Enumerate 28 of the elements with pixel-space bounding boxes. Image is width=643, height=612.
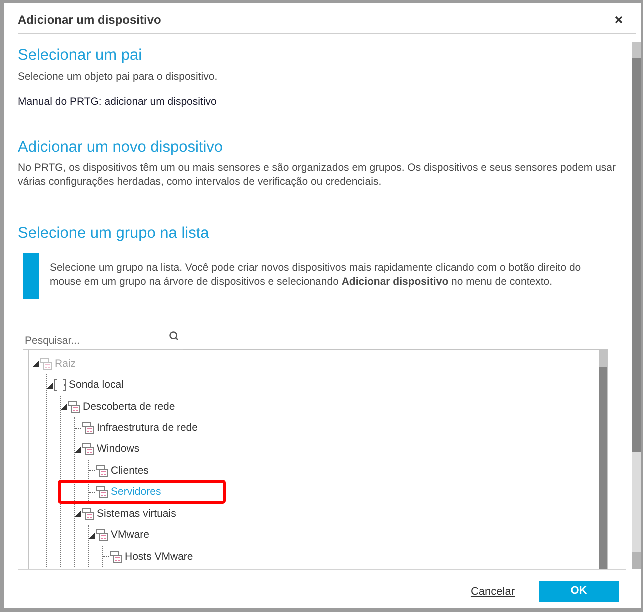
scrollbar[interactable] <box>632 42 641 569</box>
search-icon <box>169 331 179 341</box>
group-icon <box>96 464 108 477</box>
info-accent-bar <box>23 253 39 299</box>
group-icon <box>110 550 122 563</box>
search-field[interactable]: Pesquisar... <box>23 334 183 350</box>
close-button[interactable] <box>615 16 623 24</box>
group-icon <box>96 486 108 498</box>
close-icon <box>615 16 623 24</box>
section-description: No PRTG, os dispositivos têm um ou mais sensores e são organizados em grupos. Os dispositivos e seus sensores podem usar várias configurações herdadas, como intervalos de verificação ou credenciais. <box>18 162 617 189</box>
group-icon <box>40 358 52 370</box>
section-heading: Selecionar um pai <box>18 46 144 66</box>
group-icon <box>68 400 80 413</box>
scrollbar-thumb[interactable] <box>599 350 607 367</box>
scrollbar-thumb[interactable] <box>632 58 641 452</box>
group-icon <box>82 508 94 520</box>
cancel-link[interactable]: Cancelar <box>470 585 515 599</box>
group-icon <box>82 443 94 456</box>
section-description: Selecione um objeto pai para o dispositivo. <box>18 70 219 84</box>
dialog-title: Adicionar um dispositivo <box>18 12 162 28</box>
group-icon <box>96 529 108 542</box>
group-icon <box>82 422 94 434</box>
manual-link[interactable]: Manual do PRTG: adicionar um dispositivo <box>18 95 217 109</box>
bracket-square-icon <box>54 379 66 392</box>
info-text: Selecione um grupo na lista. Você pode criar novos dispositivos mais rapidamente clicando com o botão direito do mouse em um grupo na árvore de dispositivos e selecionando Adicionar dispositivo no menu de contexto. <box>50 262 582 290</box>
section-heading: Adicionar um novo dispositivo <box>18 138 224 158</box>
section-heading: Selecione um grupo na lista <box>18 224 210 244</box>
scrollbar[interactable] <box>599 350 607 569</box>
